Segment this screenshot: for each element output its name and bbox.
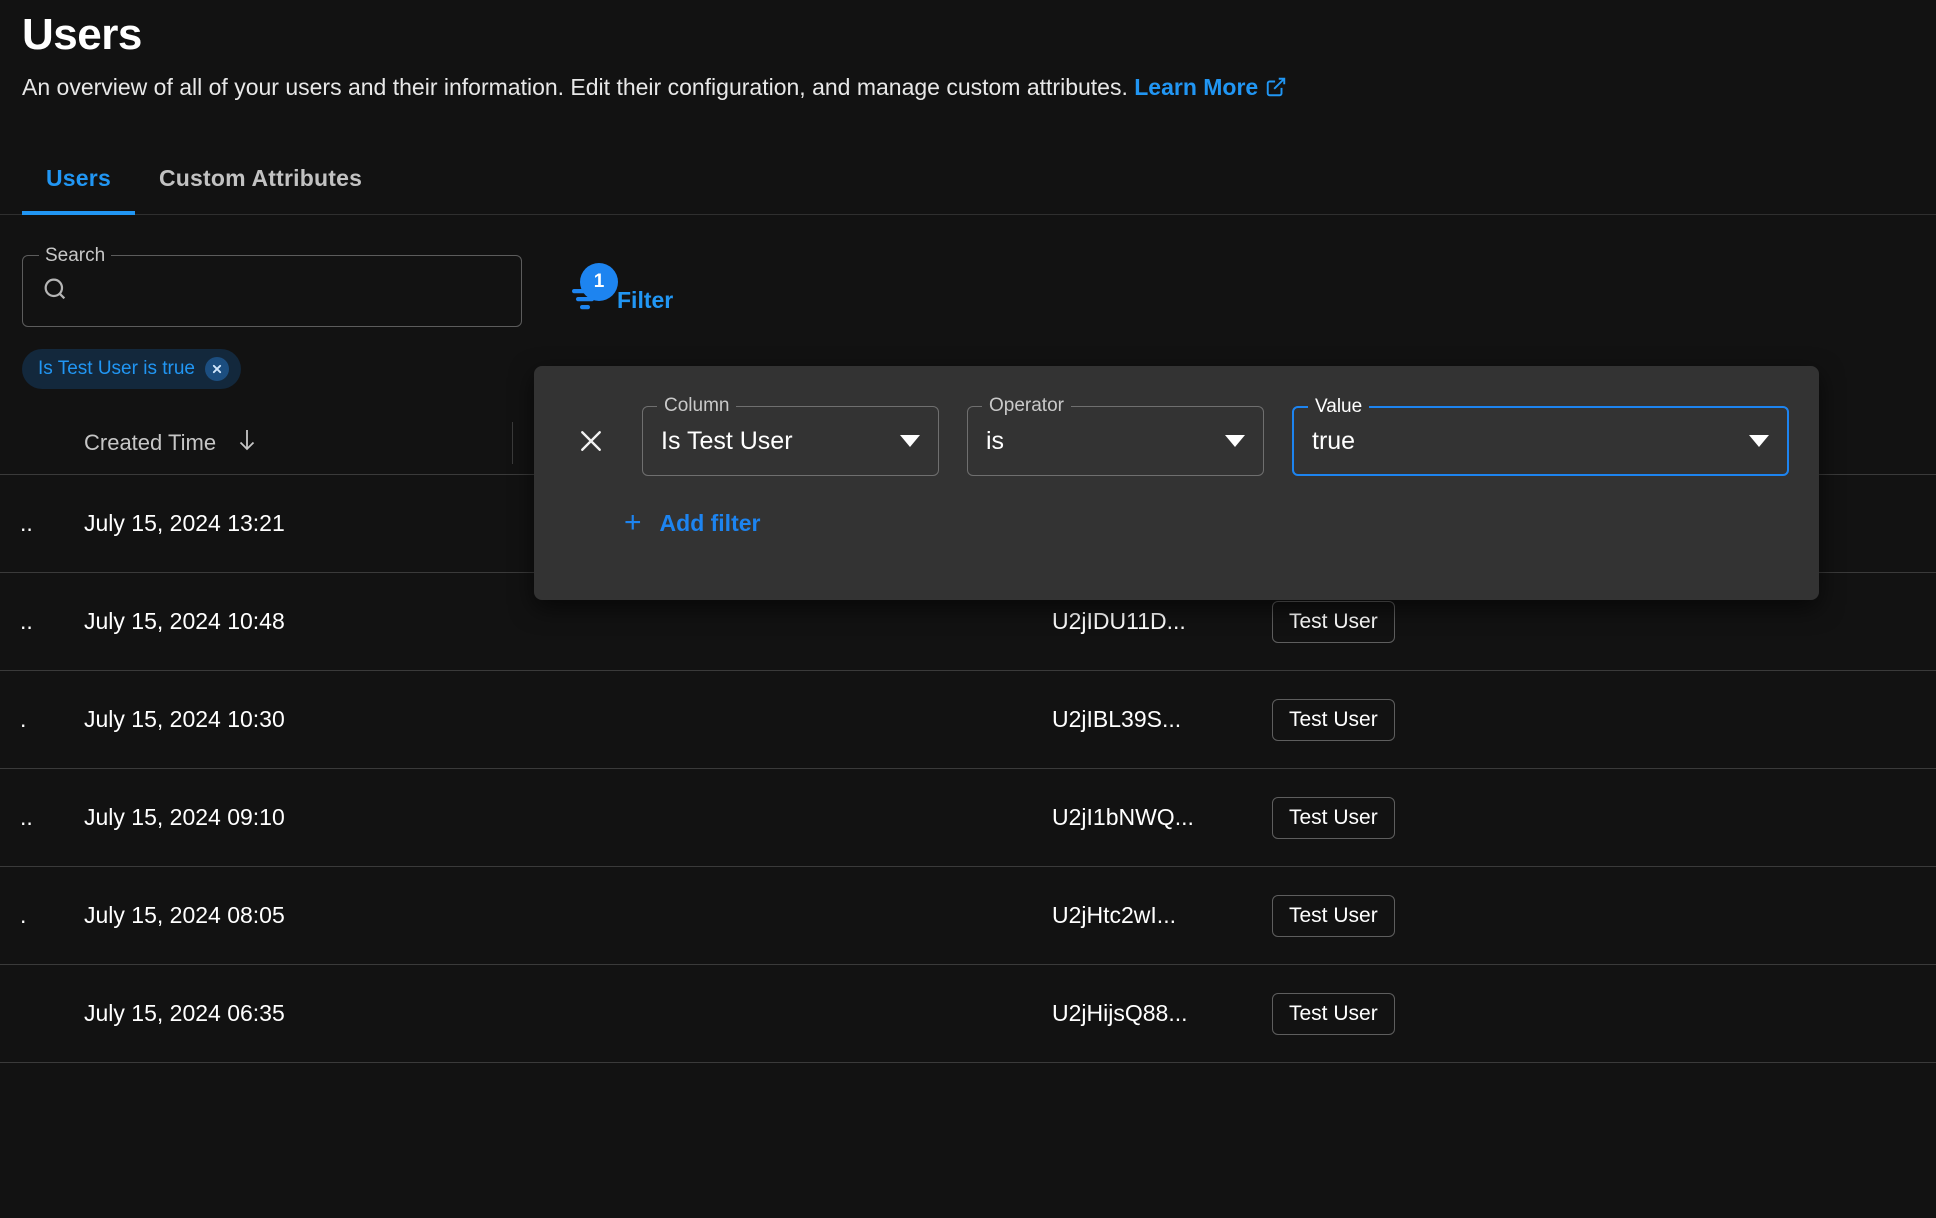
active-filter-chip-label: Is Test User is true (38, 358, 195, 380)
row-created-time: July 15, 2024 13:21 (52, 510, 512, 537)
circle-x-icon[interactable] (205, 357, 229, 381)
row-badge-cell: Test User (1252, 993, 1936, 1035)
page-subtitle: An overview of all of your users and the… (22, 73, 1936, 106)
arrow-down-icon[interactable] (236, 427, 258, 459)
tab-custom-attributes-label: Custom Attributes (159, 165, 362, 191)
row-badge-cell: Test User (1252, 601, 1936, 643)
filter-button-label: Filter (617, 287, 673, 314)
column-header-created-time-label: Created Time (84, 430, 216, 456)
search-icon (41, 275, 69, 308)
filter-value-select[interactable]: Value true (1292, 406, 1789, 476)
filter-column-select[interactable]: Column Is Test User (642, 406, 939, 476)
external-link-icon (1265, 76, 1287, 106)
column-header-created-time[interactable]: Created Time (52, 422, 512, 464)
row-created-time: July 15, 2024 06:35 (52, 1000, 512, 1027)
filter-count-badge: 1 (580, 263, 618, 301)
filter-operator-value: is (986, 427, 1004, 456)
search-label: Search (39, 245, 111, 267)
row-created-time: July 15, 2024 08:05 (52, 902, 512, 929)
row-created-time: July 15, 2024 10:48 (52, 608, 512, 635)
row-badge-cell: Test User (1252, 797, 1936, 839)
search-input[interactable] (83, 278, 503, 304)
filter-button[interactable]: 1 Filter (560, 277, 683, 324)
tab-custom-attributes[interactable]: Custom Attributes (135, 165, 386, 214)
add-filter-label: Add filter (660, 510, 761, 537)
test-user-chip[interactable]: Test User (1272, 797, 1395, 839)
test-user-chip[interactable]: Test User (1272, 699, 1395, 741)
row-badge-cell: Test User (1252, 699, 1936, 741)
table-row[interactable]: .. July 15, 2024 09:10 U2jI1bNWQ... Test… (0, 769, 1936, 867)
row-user-id: U2jI1bNWQ... (1052, 804, 1252, 831)
row-truncated-cell: . (0, 902, 52, 929)
row-user-id: U2jIBL39S... (1052, 706, 1252, 733)
page-header: Users An overview of all of your users a… (0, 0, 1936, 105)
row-truncated-cell: . (0, 706, 52, 733)
table-row[interactable]: July 15, 2024 06:35 U2jHijsQ88... Test U… (0, 965, 1936, 1063)
tab-users-label: Users (46, 165, 111, 191)
learn-more-link[interactable]: Learn More (1134, 74, 1287, 100)
filter-column-value: Is Test User (661, 427, 793, 456)
filter-value-label: Value (1308, 396, 1369, 418)
row-truncated-cell: .. (0, 510, 52, 537)
row-user-id: U2jHtc2wI... (1052, 902, 1252, 929)
search-field[interactable]: Search (22, 255, 522, 327)
page-title: Users (22, 10, 1936, 61)
toolbar: Search 1 Filter (0, 255, 1936, 327)
active-filter-chip[interactable]: Is Test User is true (22, 349, 241, 389)
filter-value-value: true (1312, 427, 1355, 456)
chevron-down-icon (1225, 435, 1245, 447)
filter-row: Column Is Test User Operator is Value tr… (562, 406, 1791, 476)
chevron-down-icon (900, 435, 920, 447)
close-x-icon[interactable] (568, 418, 614, 464)
table-row[interactable]: . July 15, 2024 08:05 U2jHtc2wI... Test … (0, 867, 1936, 965)
learn-more-label: Learn More (1134, 74, 1258, 100)
plus-icon: + (624, 508, 642, 538)
tab-bar: Users Custom Attributes (0, 143, 1936, 215)
row-user-id: U2jIDU11D... (1052, 608, 1252, 635)
chevron-down-icon (1749, 435, 1769, 447)
row-created-time: July 15, 2024 10:30 (52, 706, 512, 733)
test-user-chip[interactable]: Test User (1272, 993, 1395, 1035)
filter-popover: Column Is Test User Operator is Value tr… (534, 366, 1819, 600)
row-truncated-cell: .. (0, 608, 52, 635)
filter-operator-select[interactable]: Operator is (967, 406, 1264, 476)
page-subtitle-text: An overview of all of your users and the… (22, 74, 1128, 100)
row-truncated-cell: .. (0, 804, 52, 831)
filter-column-label: Column (657, 395, 736, 417)
test-user-chip[interactable]: Test User (1272, 601, 1395, 643)
filter-operator-label: Operator (982, 395, 1071, 417)
row-user-id: U2jHijsQ88... (1052, 1000, 1252, 1027)
add-filter-button[interactable]: + Add filter (616, 502, 768, 544)
table-row[interactable]: . July 15, 2024 10:30 U2jIBL39S... Test … (0, 671, 1936, 769)
tab-users[interactable]: Users (22, 165, 135, 214)
test-user-chip[interactable]: Test User (1272, 895, 1395, 937)
row-created-time: July 15, 2024 09:10 (52, 804, 512, 831)
row-badge-cell: Test User (1252, 895, 1936, 937)
